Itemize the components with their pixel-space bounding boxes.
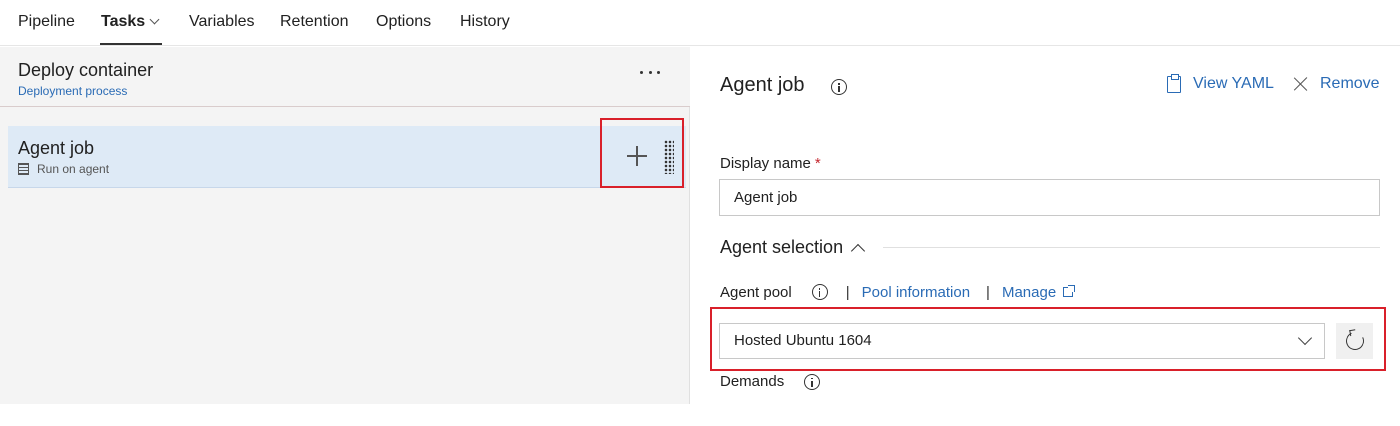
agent-selection-title: Agent selection <box>720 237 844 257</box>
close-icon <box>1294 77 1308 91</box>
info-icon[interactable] <box>831 79 847 95</box>
tab-tasks-label: Tasks <box>101 13 146 30</box>
chevron-down-icon <box>149 14 160 25</box>
view-yaml-label: View YAML <box>1193 75 1274 92</box>
section-divider <box>883 247 1380 248</box>
demands-row: Demands <box>720 373 821 390</box>
view-yaml-button[interactable]: View YAML <box>1167 73 1274 93</box>
pool-information-link[interactable]: Pool information <box>862 284 970 301</box>
process-header[interactable]: Deploy container Deployment process <box>0 47 690 107</box>
top-tab-bar: Pipeline Tasks Variables Retention Optio… <box>0 0 1400 46</box>
info-icon[interactable] <box>804 373 821 390</box>
tab-tasks[interactable]: Tasks <box>101 13 160 31</box>
remove-button[interactable]: Remove <box>1294 75 1380 93</box>
display-name-label-text: Display name <box>720 155 811 172</box>
details-title: Agent job <box>720 74 805 96</box>
separator: | <box>845 283 850 301</box>
info-icon[interactable] <box>811 284 828 300</box>
process-subtitle: Deployment process <box>18 84 128 98</box>
required-marker: * <box>814 155 821 172</box>
agent-job-row[interactable]: Agent job Run on agent <box>8 126 686 188</box>
separator: | <box>986 283 990 301</box>
active-tab-indicator <box>100 43 162 45</box>
chevron-up-icon <box>851 243 866 258</box>
tab-retention[interactable]: Retention <box>280 13 349 31</box>
agent-pool-selected-value: Hosted Ubuntu 1604 <box>734 332 872 349</box>
drag-handle-icon[interactable] <box>664 140 674 174</box>
job-details-panel: Agent job View YAML Remove Display name *… <box>691 47 1400 426</box>
tab-pipeline[interactable]: Pipeline <box>18 13 75 31</box>
external-link-icon <box>1063 285 1076 297</box>
process-panel: Deploy container Deployment process Agen… <box>0 47 690 404</box>
refresh-icon <box>1343 329 1367 353</box>
display-name-input[interactable] <box>719 179 1380 216</box>
agent-pool-label: Agent pool <box>720 283 792 301</box>
agent-job-subtitle-text: Run on agent <box>37 162 110 176</box>
manage-link[interactable]: Manage <box>1002 284 1056 301</box>
demands-label: Demands <box>720 373 785 390</box>
agent-selection-header[interactable]: Agent selection <box>720 237 866 258</box>
display-name-label: Display name * <box>720 155 821 172</box>
agent-job-title: Agent job <box>18 138 95 158</box>
tab-options[interactable]: Options <box>376 13 431 31</box>
chevron-down-icon <box>1297 330 1313 346</box>
agent-job-subtitle: Run on agent <box>18 162 109 176</box>
more-options-icon[interactable] <box>640 67 660 77</box>
refresh-button[interactable] <box>1336 323 1373 359</box>
tab-variables[interactable]: Variables <box>189 13 255 31</box>
remove-label: Remove <box>1320 75 1380 92</box>
tab-history[interactable]: History <box>460 13 510 31</box>
server-icon <box>18 163 29 175</box>
clipboard-icon <box>1167 73 1181 93</box>
process-title: Deploy container <box>18 60 154 80</box>
agent-pool-row: Agent pool | Pool information | Manage <box>720 282 1076 302</box>
agent-pool-select[interactable]: Hosted Ubuntu 1604 <box>719 323 1325 359</box>
add-task-icon[interactable] <box>627 146 647 166</box>
